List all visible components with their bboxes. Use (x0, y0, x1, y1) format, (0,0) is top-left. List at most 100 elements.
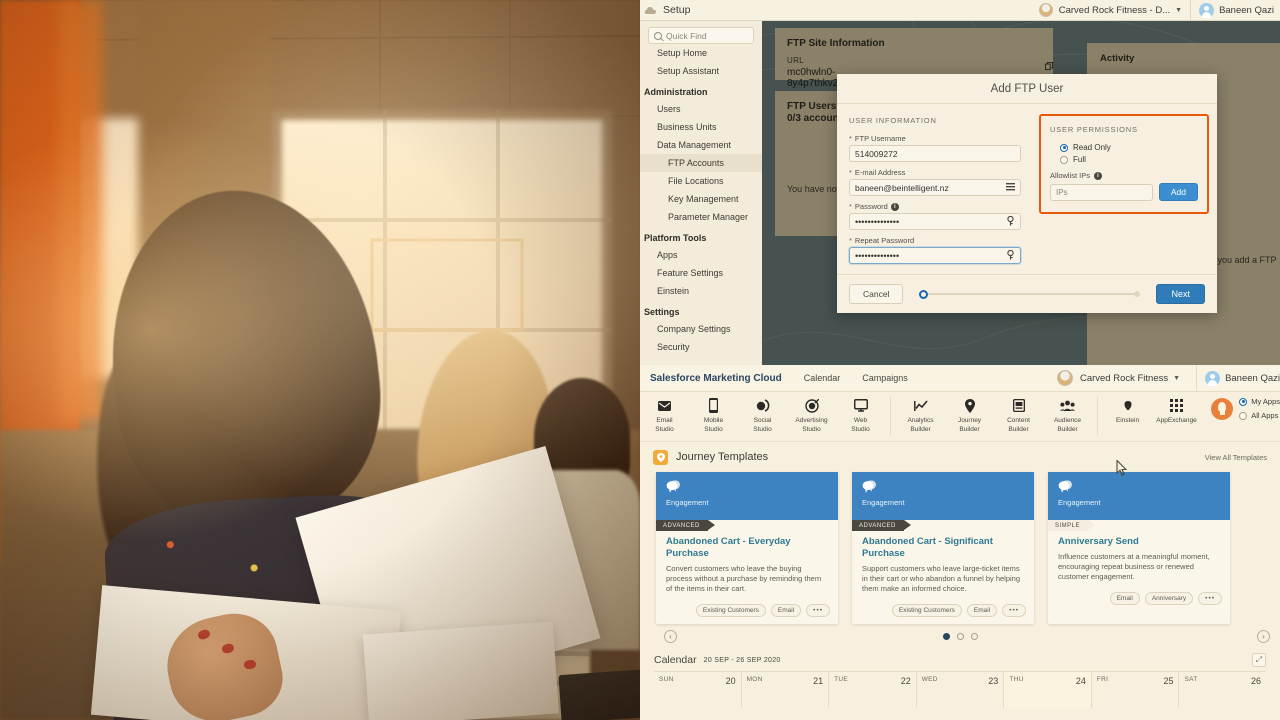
calendar-day-cell[interactable]: SUN 20 (654, 672, 742, 708)
calendar-day-cell[interactable]: WED 23 (917, 672, 1005, 708)
user-permissions-highlight-box: USER PERMISSIONS Read Only Full Allowlis… (1039, 114, 1209, 214)
chevron-down-icon[interactable]: ▼ (1175, 7, 1182, 14)
card-title[interactable]: Abandoned Cart - Everyday Purchase (666, 536, 828, 560)
app-appexchange[interactable]: AppExchange (1152, 397, 1201, 426)
carousel-dot-2[interactable] (956, 632, 964, 640)
cancel-button[interactable]: Cancel (849, 284, 904, 304)
info-icon[interactable]: i (1094, 171, 1103, 180)
sidebar-item-parameter-manager[interactable]: Parameter Manager (640, 208, 762, 226)
radio-full[interactable] (1060, 155, 1068, 164)
card-tag[interactable]: Existing Customers (891, 604, 962, 617)
card-body: Abandoned Cart - Significant Purchase Sup… (852, 520, 1034, 600)
user-menu[interactable]: Baneen Qazi (1191, 2, 1280, 18)
carousel-next-button[interactable]: › (1257, 629, 1270, 643)
list-icon[interactable] (1006, 182, 1015, 193)
sidebar-item-data-management[interactable]: Data Management (640, 136, 762, 154)
permission-option-read-only[interactable]: Read Only (1060, 143, 1198, 152)
mc-brand-label[interactable]: Salesforce Marketing Cloud (650, 373, 782, 384)
card-tag[interactable]: Email (966, 604, 998, 617)
field-password: * Password i •••••••••••••• (849, 202, 1021, 230)
input-password[interactable]: •••••••••••••• (849, 213, 1021, 230)
filter-all-apps[interactable]: All Apps (1239, 411, 1280, 420)
content-icon (994, 397, 1043, 414)
radio-my-apps[interactable] (1239, 397, 1248, 406)
allowlist-ips-input[interactable]: IPs (1050, 183, 1153, 201)
sidebar-item-users[interactable]: Users (640, 100, 762, 118)
calendar-day-cell[interactable]: MON 21 (742, 672, 830, 708)
sidebar-item-company-settings[interactable]: Company Settings (640, 320, 762, 338)
carousel-dot-3[interactable] (970, 632, 978, 640)
app-social-studio[interactable]: Social Studio (738, 397, 787, 434)
calendar-day-cell[interactable]: TUE 22 (829, 672, 917, 708)
org-selector-label[interactable]: Carved Rock Fitness - D... (1059, 5, 1170, 16)
modal-body: USER INFORMATION * FTP Username 514009272 *… (837, 104, 1217, 274)
journey-template-card[interactable]: Engagement ADVANCED Abandoned Cart - Signi… (852, 472, 1034, 624)
app-launcher-bar: Email Studio Mobile Studio Social Studio Adver… (640, 392, 1280, 442)
app-audience-builder[interactable]: Audience Builder (1043, 397, 1092, 434)
calendar-day-cell[interactable]: THU 24 (1004, 672, 1092, 708)
app-einstein[interactable]: Einstein (1103, 397, 1152, 426)
sidebar-item-feature-settings[interactable]: Feature Settings (640, 264, 762, 282)
nav-item-campaigns[interactable]: Campaigns (862, 373, 908, 383)
app-advertising-studio[interactable]: Advertising Studio (787, 397, 836, 434)
sidebar-item-setup-home[interactable]: Setup Home (640, 44, 762, 62)
card-tag[interactable]: Anniversary (1144, 592, 1194, 605)
card-body: Abandoned Cart - Everyday Purchase Conver… (656, 520, 838, 600)
calendar-day-cell[interactable]: FRI 25 (1092, 672, 1180, 708)
filter-my-apps[interactable]: My Apps (1239, 397, 1280, 406)
radio-read-only[interactable] (1060, 143, 1068, 152)
input-ftp-username[interactable]: 514009272 (849, 145, 1021, 162)
carousel-dot-1[interactable] (942, 632, 950, 640)
app-content-builder[interactable]: Content Builder (994, 397, 1043, 434)
app-journey-builder[interactable]: Journey Builder (945, 397, 994, 434)
nav-item-calendar[interactable]: Calendar (804, 373, 841, 383)
chevron-down-icon[interactable]: ▼ (1173, 375, 1180, 382)
copy-icon[interactable] (1045, 62, 1053, 70)
key-icon[interactable] (1006, 249, 1015, 262)
card-tag[interactable]: ••• (1198, 592, 1222, 605)
marketing-cloud-header: Salesforce Marketing Cloud Calendar Camp… (640, 364, 1280, 392)
expand-icon[interactable]: ⤢ (1252, 653, 1266, 667)
app-web-studio[interactable]: Web Studio (836, 397, 885, 434)
radio-full-label: Full (1073, 155, 1086, 164)
view-all-templates-link[interactable]: View All Templates (1205, 453, 1267, 462)
calendar-day-number: 25 (1163, 676, 1174, 686)
sidebar-item-ftp-accounts[interactable]: FTP Accounts (640, 154, 762, 172)
carousel-prev-button[interactable]: ‹ (664, 629, 677, 643)
key-icon[interactable] (1006, 215, 1015, 228)
info-icon[interactable]: i (890, 202, 899, 211)
calendar-day-cell[interactable]: SAT 26 (1179, 672, 1266, 708)
permission-option-full[interactable]: Full (1060, 155, 1198, 164)
sidebar-item-file-locations[interactable]: File Locations (640, 172, 762, 190)
app-email-studio[interactable]: Email Studio (640, 397, 689, 434)
sidebar-item-apps[interactable]: Apps (640, 246, 762, 264)
mc-user-name[interactable]: Baneen Qazi (1225, 373, 1280, 384)
sidebar-item-einstein[interactable]: Einstein (640, 282, 762, 300)
app-analytics-builder[interactable]: Analytics Builder (896, 397, 945, 434)
sidebar-item-business-units[interactable]: Business Units (640, 118, 762, 136)
sidebar-item-setup-assistant[interactable]: Setup Assistant (640, 62, 762, 80)
app-mobile-studio[interactable]: Mobile Studio (689, 397, 738, 434)
lightbulb-icon[interactable] (1211, 397, 1234, 420)
card-category: Engagement (862, 498, 905, 507)
card-tag[interactable]: ••• (1002, 604, 1026, 617)
card-tag[interactable]: Existing Customers (695, 604, 766, 617)
journey-template-card[interactable]: Engagement SIMPLE Anniversary Send Influenc… (1048, 472, 1230, 624)
card-title[interactable]: Anniversary Send (1058, 536, 1220, 548)
progress-step-1[interactable] (919, 289, 929, 299)
radio-all-apps[interactable] (1239, 411, 1248, 420)
next-button[interactable]: Next (1156, 284, 1205, 304)
sidebar-item-security[interactable]: Security (640, 338, 762, 356)
input-e-mail-address[interactable]: baneen@beintelligent.nz (849, 179, 1021, 196)
mc-org-label[interactable]: Carved Rock Fitness (1080, 373, 1168, 384)
input-repeat-password[interactable]: •••••••••••••• (849, 247, 1021, 264)
progress-step-2[interactable] (1134, 291, 1141, 297)
add-ip-button[interactable]: Add (1158, 183, 1198, 201)
journey-template-card[interactable]: Engagement ADVANCED Abandoned Cart - Every… (656, 472, 838, 624)
card-tag[interactable]: Email (770, 604, 802, 617)
sidebar-item-key-management[interactable]: Key Management (640, 190, 762, 208)
card-title[interactable]: Abandoned Cart - Significant Purchase (862, 536, 1024, 560)
card-tag[interactable]: Email (1109, 592, 1140, 605)
quick-find-input[interactable]: Quick Find (648, 27, 754, 44)
card-tag[interactable]: ••• (806, 604, 830, 617)
